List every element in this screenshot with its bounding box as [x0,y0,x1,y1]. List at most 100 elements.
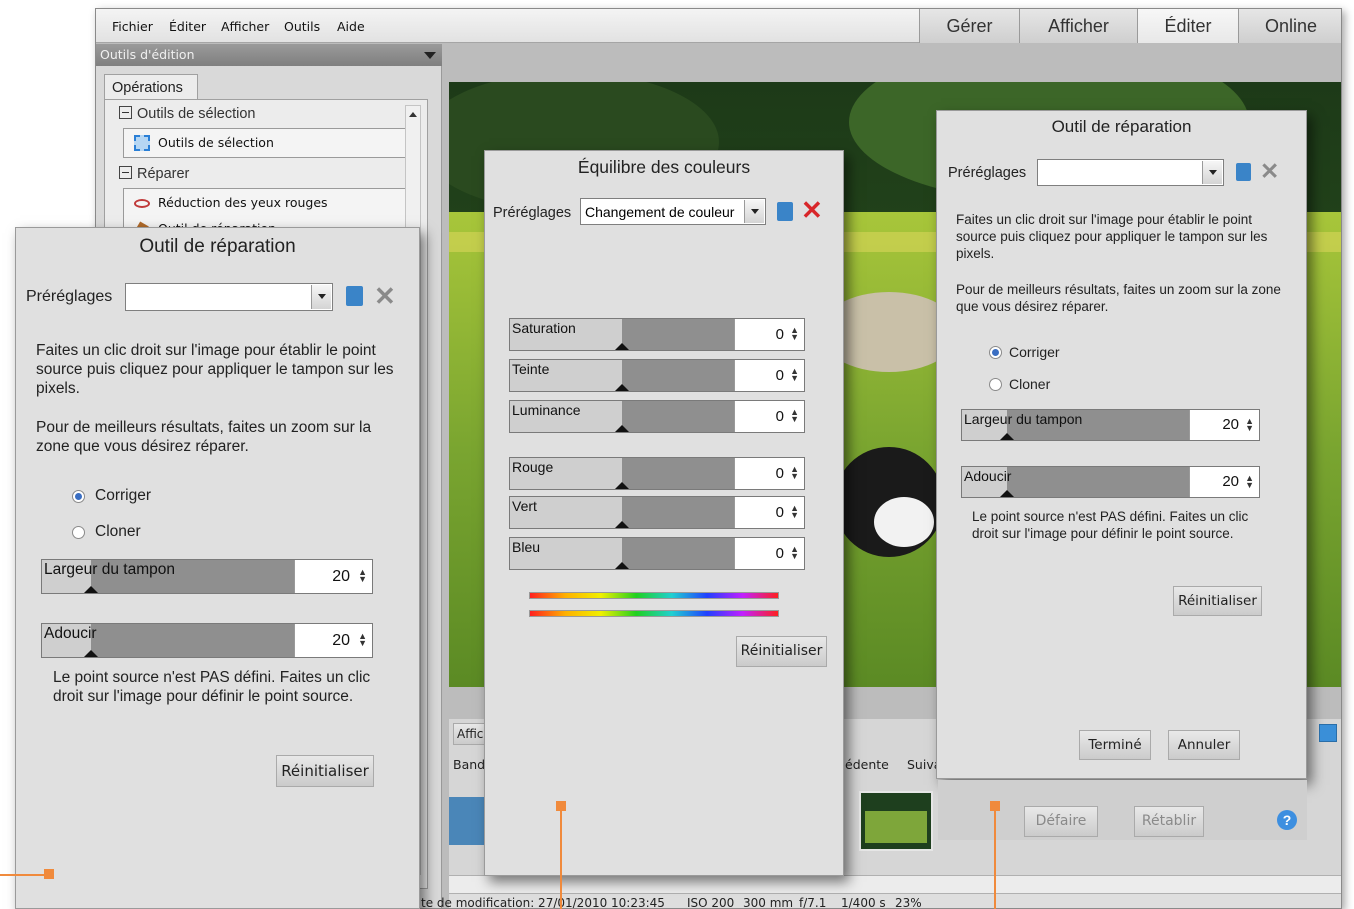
cancel-button[interactable]: Annuler [1168,730,1240,760]
previous-button[interactable]: édente [845,757,889,772]
slider-label: Largeur du tampon [44,561,175,578]
presets-select[interactable] [125,283,333,311]
repair-dialog-left: Outil de réparation Préréglages ✕ Faites… [15,227,420,909]
chevron-down-icon[interactable] [424,52,436,59]
delete-icon[interactable]: ✕ [1260,160,1282,183]
section-reparer[interactable]: Réparer [119,166,189,182]
menu-afficher[interactable]: Afficher [221,19,269,34]
chevron-down-icon[interactable] [744,200,764,223]
source-warning-text: Le point source n'est PAS défini. Faites… [972,509,1249,541]
status-shutter: 1/400 s [841,896,886,909]
instructions-text: Faites un clic droit sur l'image pour ét… [36,342,394,397]
tab-operations[interactable]: Opérations [104,74,198,100]
presets-label: Préréglages [26,288,113,305]
tab-editer[interactable]: Éditer [1137,9,1238,43]
slider-rouge[interactable]: Rouge 0 ▲ ▼ [509,457,805,490]
collapse-icon[interactable] [119,166,132,179]
source-warning-text: Le point source n'est PAS défini. Faites… [53,669,371,705]
slider-saturation[interactable]: Saturation 0 ▲ ▼ [509,318,805,351]
repair-dialog-right: Outil de réparation Préréglages ✕ Faites… [936,110,1307,779]
callout-marker [556,801,566,811]
section-selection[interactable]: Outils de sélection [119,106,255,122]
slider-thumb[interactable] [615,521,629,528]
status-zoom: 23% [895,896,922,909]
help-icon[interactable]: ? [1277,810,1297,830]
spinner-icon[interactable]: ▲ ▼ [1245,417,1254,433]
spinner-icon[interactable]: ▲ ▼ [358,632,367,648]
reset-button[interactable]: Réinitialiser [1173,586,1262,616]
slider-thumb[interactable] [615,384,629,391]
filmstrip-scrollbar[interactable] [449,875,1341,893]
tab-afficher[interactable]: Afficher [1019,9,1137,43]
selection-icon [134,135,150,151]
slider-label: Vert [512,498,537,514]
radio-corriger[interactable] [72,490,85,503]
status-bar: te de modification: 27/01/2010 10:23:45 … [421,893,1341,909]
menu-bar: Fichier Éditer Afficher Outils Aide Gére… [96,9,1341,43]
menu-outils[interactable]: Outils [284,19,320,34]
presets-value: Changement de couleur [585,204,735,220]
menu-editer[interactable]: Éditer [169,19,206,34]
collapse-icon[interactable] [119,106,132,119]
tab-online[interactable]: Online [1238,9,1341,43]
presets-select[interactable] [1037,159,1224,186]
delete-icon[interactable]: ✕ [374,283,398,309]
chevron-down-icon[interactable] [311,285,331,309]
presets-select[interactable]: Changement de couleur [580,198,766,225]
radio-corriger[interactable] [989,346,1002,359]
spectrum-bar-bottom [529,610,779,617]
spinner-icon[interactable]: ▲ ▼ [790,326,799,342]
menu-fichier[interactable]: Fichier [112,19,153,34]
spinner-icon[interactable]: ▲ ▼ [790,465,799,481]
stamp-width-slider[interactable]: Largeur du tampon 20 ▲ ▼ [41,559,373,594]
callout-line [0,874,48,876]
soften-slider[interactable]: Adoucir 20 ▲ ▼ [961,466,1260,498]
status-date: te de modification: 27/01/2010 10:23:45 [421,896,665,909]
slider-label: Rouge [512,459,554,475]
slider-label: Saturation [512,320,576,336]
chevron-down-icon[interactable] [1202,161,1222,184]
slider-thumb[interactable] [615,482,629,489]
radio-cloner[interactable] [72,526,85,539]
slider-thumb[interactable] [1000,490,1014,497]
thumbnail-selected[interactable] [859,791,933,851]
band-label: Band [453,757,486,772]
slider-label: Adoucir [44,625,97,642]
save-icon[interactable] [346,286,363,306]
save-icon[interactable] [777,202,793,221]
slider-thumb[interactable] [1000,433,1014,440]
slider-thumb[interactable] [84,586,98,593]
done-button[interactable]: Terminé [1079,730,1151,760]
callout-marker [990,801,1000,811]
reset-button[interactable]: Réinitialiser [736,636,827,667]
slider-thumb[interactable] [615,562,629,569]
slider-luminance[interactable]: Luminance 0 ▲ ▼ [509,400,805,433]
slider-vert[interactable]: Vert 0 ▲ ▼ [509,496,805,529]
radio-cloner[interactable] [989,378,1002,391]
spinner-icon[interactable]: ▲ ▼ [358,568,367,584]
spinner-icon[interactable]: ▲ ▼ [790,504,799,520]
slider-bleu[interactable]: Bleu 0 ▲ ▼ [509,537,805,570]
reset-button[interactable]: Réinitialiser [276,755,374,787]
stamp-width-slider[interactable]: Largeur du tampon 20 ▲ ▼ [961,409,1260,441]
tool-item-selection[interactable]: Outils de sélection [123,128,411,158]
tab-gerer[interactable]: Gérer [919,9,1019,43]
save-icon[interactable] [1236,163,1251,181]
slider-thumb[interactable] [84,650,98,657]
menu-aide[interactable]: Aide [337,19,365,34]
spinner-icon[interactable]: ▲ ▼ [790,367,799,383]
expand-icon[interactable] [1319,724,1337,742]
spinner-icon[interactable]: ▲ ▼ [1245,474,1254,490]
spinner-icon[interactable]: ▲ ▼ [790,545,799,561]
slider-thumb[interactable] [615,425,629,432]
thumbnail[interactable] [449,797,489,845]
slider-teinte[interactable]: Teinte 0 ▲ ▼ [509,359,805,392]
redo-button[interactable]: Rétablir [1134,806,1204,837]
callout-line [560,806,562,909]
undo-button[interactable]: Défaire [1024,806,1098,837]
spinner-icon[interactable]: ▲ ▼ [790,408,799,424]
delete-icon[interactable]: ✕ [801,197,825,223]
slider-thumb[interactable] [615,343,629,350]
scroll-up-icon[interactable] [409,112,417,117]
soften-slider[interactable]: Adoucir 20 ▲ ▼ [41,623,373,658]
